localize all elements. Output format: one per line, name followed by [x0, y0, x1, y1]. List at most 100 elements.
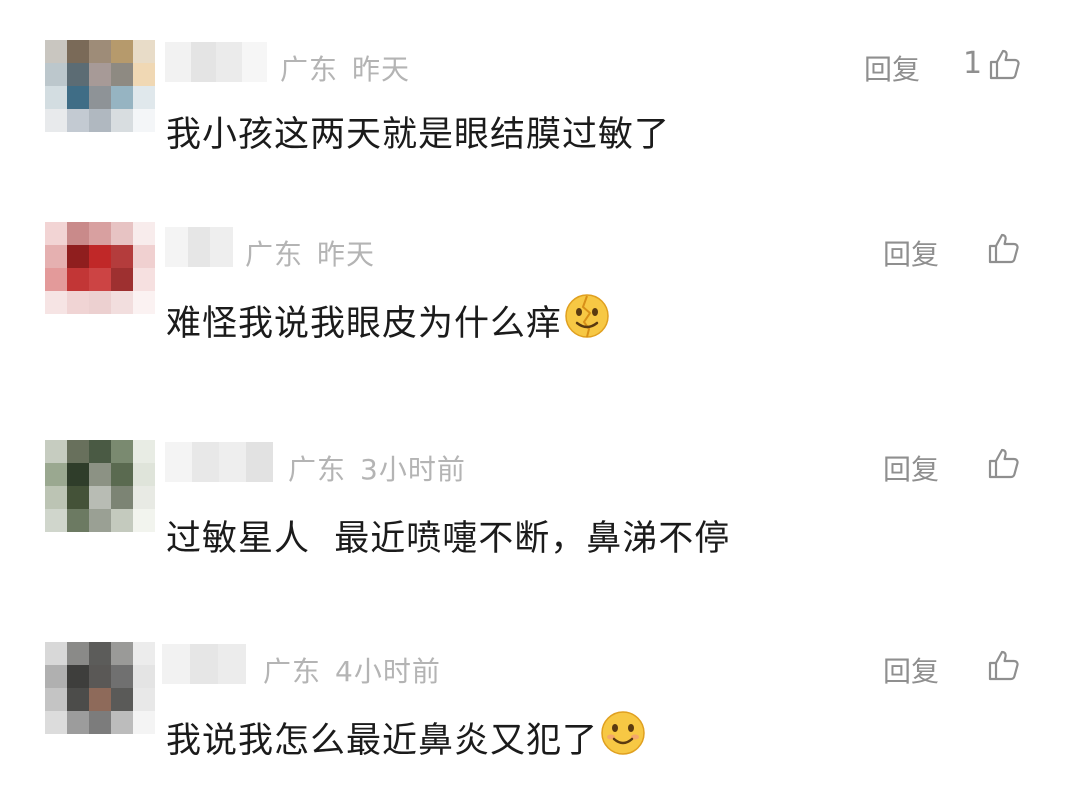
thumbs-up-icon — [987, 648, 1021, 682]
reply-button[interactable]: 回复 — [883, 448, 939, 488]
avatar-pixel — [89, 711, 111, 734]
avatar-pixel — [111, 86, 133, 109]
comment-meta: 广东 昨天 — [245, 233, 375, 273]
location-label: 广东 — [263, 655, 322, 688]
avatar-pixel — [89, 509, 111, 532]
thumbs-up-icon — [987, 231, 1021, 265]
avatar-pixel — [133, 86, 155, 109]
location-label: 广东 — [245, 238, 304, 271]
avatar-pixel — [111, 665, 133, 688]
smile-emoji — [600, 710, 646, 765]
avatar-pixel — [111, 642, 133, 665]
avatar-pixel — [67, 440, 89, 463]
comment-body: 我说我怎么最近鼻炎又犯了 — [166, 721, 599, 761]
comment-body: 我小孩这两天就是眼结膜过敏了 — [166, 115, 671, 155]
avatar-pixel — [133, 711, 155, 734]
like-count: 1 — [963, 46, 983, 81]
avatar-pixel — [111, 63, 133, 86]
avatar-pixel — [67, 688, 89, 711]
avatar-pixel — [133, 222, 155, 245]
avatar-pixel — [45, 63, 67, 86]
avatar-pixel — [89, 222, 111, 245]
avatar-pixel — [67, 291, 89, 314]
avatar-pixel — [111, 688, 133, 711]
avatar-pixel — [133, 40, 155, 63]
avatar-pixel — [67, 665, 89, 688]
avatar-pixel — [111, 109, 133, 132]
location-label: 广东 — [288, 453, 347, 486]
avatar-pixel — [67, 109, 89, 132]
avatar-pixel — [89, 86, 111, 109]
avatar-pixel — [45, 486, 67, 509]
avatar-pixel — [89, 642, 111, 665]
avatar[interactable] — [45, 222, 155, 314]
time-label: 昨天 — [317, 238, 376, 271]
avatar-pixel — [133, 268, 155, 291]
avatar-pixel — [89, 463, 111, 486]
time-label: 4小时前 — [335, 655, 441, 688]
avatar[interactable] — [45, 440, 155, 532]
avatar-pixel — [89, 665, 111, 688]
comment-body: 过敏星人 最近喷嚏不断，鼻涕不停 — [166, 519, 731, 559]
reply-button[interactable]: 回复 — [883, 650, 939, 690]
avatar-pixel — [133, 509, 155, 532]
avatar-pixel — [67, 642, 89, 665]
avatar-pixel — [45, 109, 67, 132]
avatar-pixel — [111, 245, 133, 268]
avatar-pixel — [89, 268, 111, 291]
avatar-pixel — [111, 463, 133, 486]
avatar-pixel — [45, 688, 67, 711]
comment-meta: 广东 4小时前 — [263, 650, 441, 690]
username-blurred[interactable] — [165, 227, 233, 267]
like-button[interactable] — [987, 446, 1021, 480]
avatar-pixel — [45, 291, 67, 314]
avatar-pixel — [45, 463, 67, 486]
avatar-pixel — [67, 63, 89, 86]
avatar-pixel — [133, 109, 155, 132]
like-button[interactable] — [987, 231, 1021, 265]
avatar-pixel — [133, 291, 155, 314]
avatar-pixel — [67, 509, 89, 532]
avatar-pixel — [89, 40, 111, 63]
avatar-pixel — [133, 688, 155, 711]
avatar-pixel — [67, 245, 89, 268]
avatar-pixel — [89, 109, 111, 132]
comment-body: 难怪我说我眼皮为什么痒 — [166, 304, 563, 344]
avatar-pixel — [133, 245, 155, 268]
avatar-pixel — [45, 509, 67, 532]
comment-text: 难怪我说我眼皮为什么痒 — [166, 293, 610, 348]
like-button[interactable] — [987, 648, 1021, 682]
reply-button[interactable]: 回复 — [883, 233, 939, 273]
thumbs-up-icon — [988, 47, 1022, 81]
avatar-pixel — [67, 86, 89, 109]
avatar-pixel — [111, 40, 133, 63]
comment-text: 过敏星人 最近喷嚏不断，鼻涕不停 — [166, 510, 730, 561]
cracked-face-emoji — [564, 293, 610, 348]
avatar-pixel — [111, 268, 133, 291]
avatar-pixel — [45, 642, 67, 665]
comment-meta: 广东 昨天 — [280, 48, 410, 88]
time-label: 3小时前 — [360, 453, 466, 486]
avatar-pixel — [67, 486, 89, 509]
avatar-pixel — [111, 509, 133, 532]
username-blurred[interactable] — [165, 442, 273, 482]
avatar-pixel — [133, 665, 155, 688]
avatar-pixel — [89, 291, 111, 314]
avatar-pixel — [111, 440, 133, 463]
username-blurred[interactable] — [162, 644, 246, 684]
avatar[interactable] — [45, 40, 155, 132]
comment-meta: 广东 3小时前 — [288, 448, 466, 488]
avatar-pixel — [67, 268, 89, 291]
username-blurred[interactable] — [165, 42, 267, 82]
avatar[interactable] — [45, 642, 155, 734]
avatar-pixel — [45, 665, 67, 688]
reply-button[interactable]: 回复 — [864, 48, 920, 88]
avatar-pixel — [89, 486, 111, 509]
avatar-pixel — [89, 440, 111, 463]
avatar-pixel — [133, 486, 155, 509]
like-button[interactable]: 1 — [963, 46, 1022, 81]
avatar-pixel — [45, 222, 67, 245]
comment-text: 我说我怎么最近鼻炎又犯了 — [166, 710, 646, 765]
time-label: 昨天 — [352, 53, 411, 86]
avatar-pixel — [45, 268, 67, 291]
